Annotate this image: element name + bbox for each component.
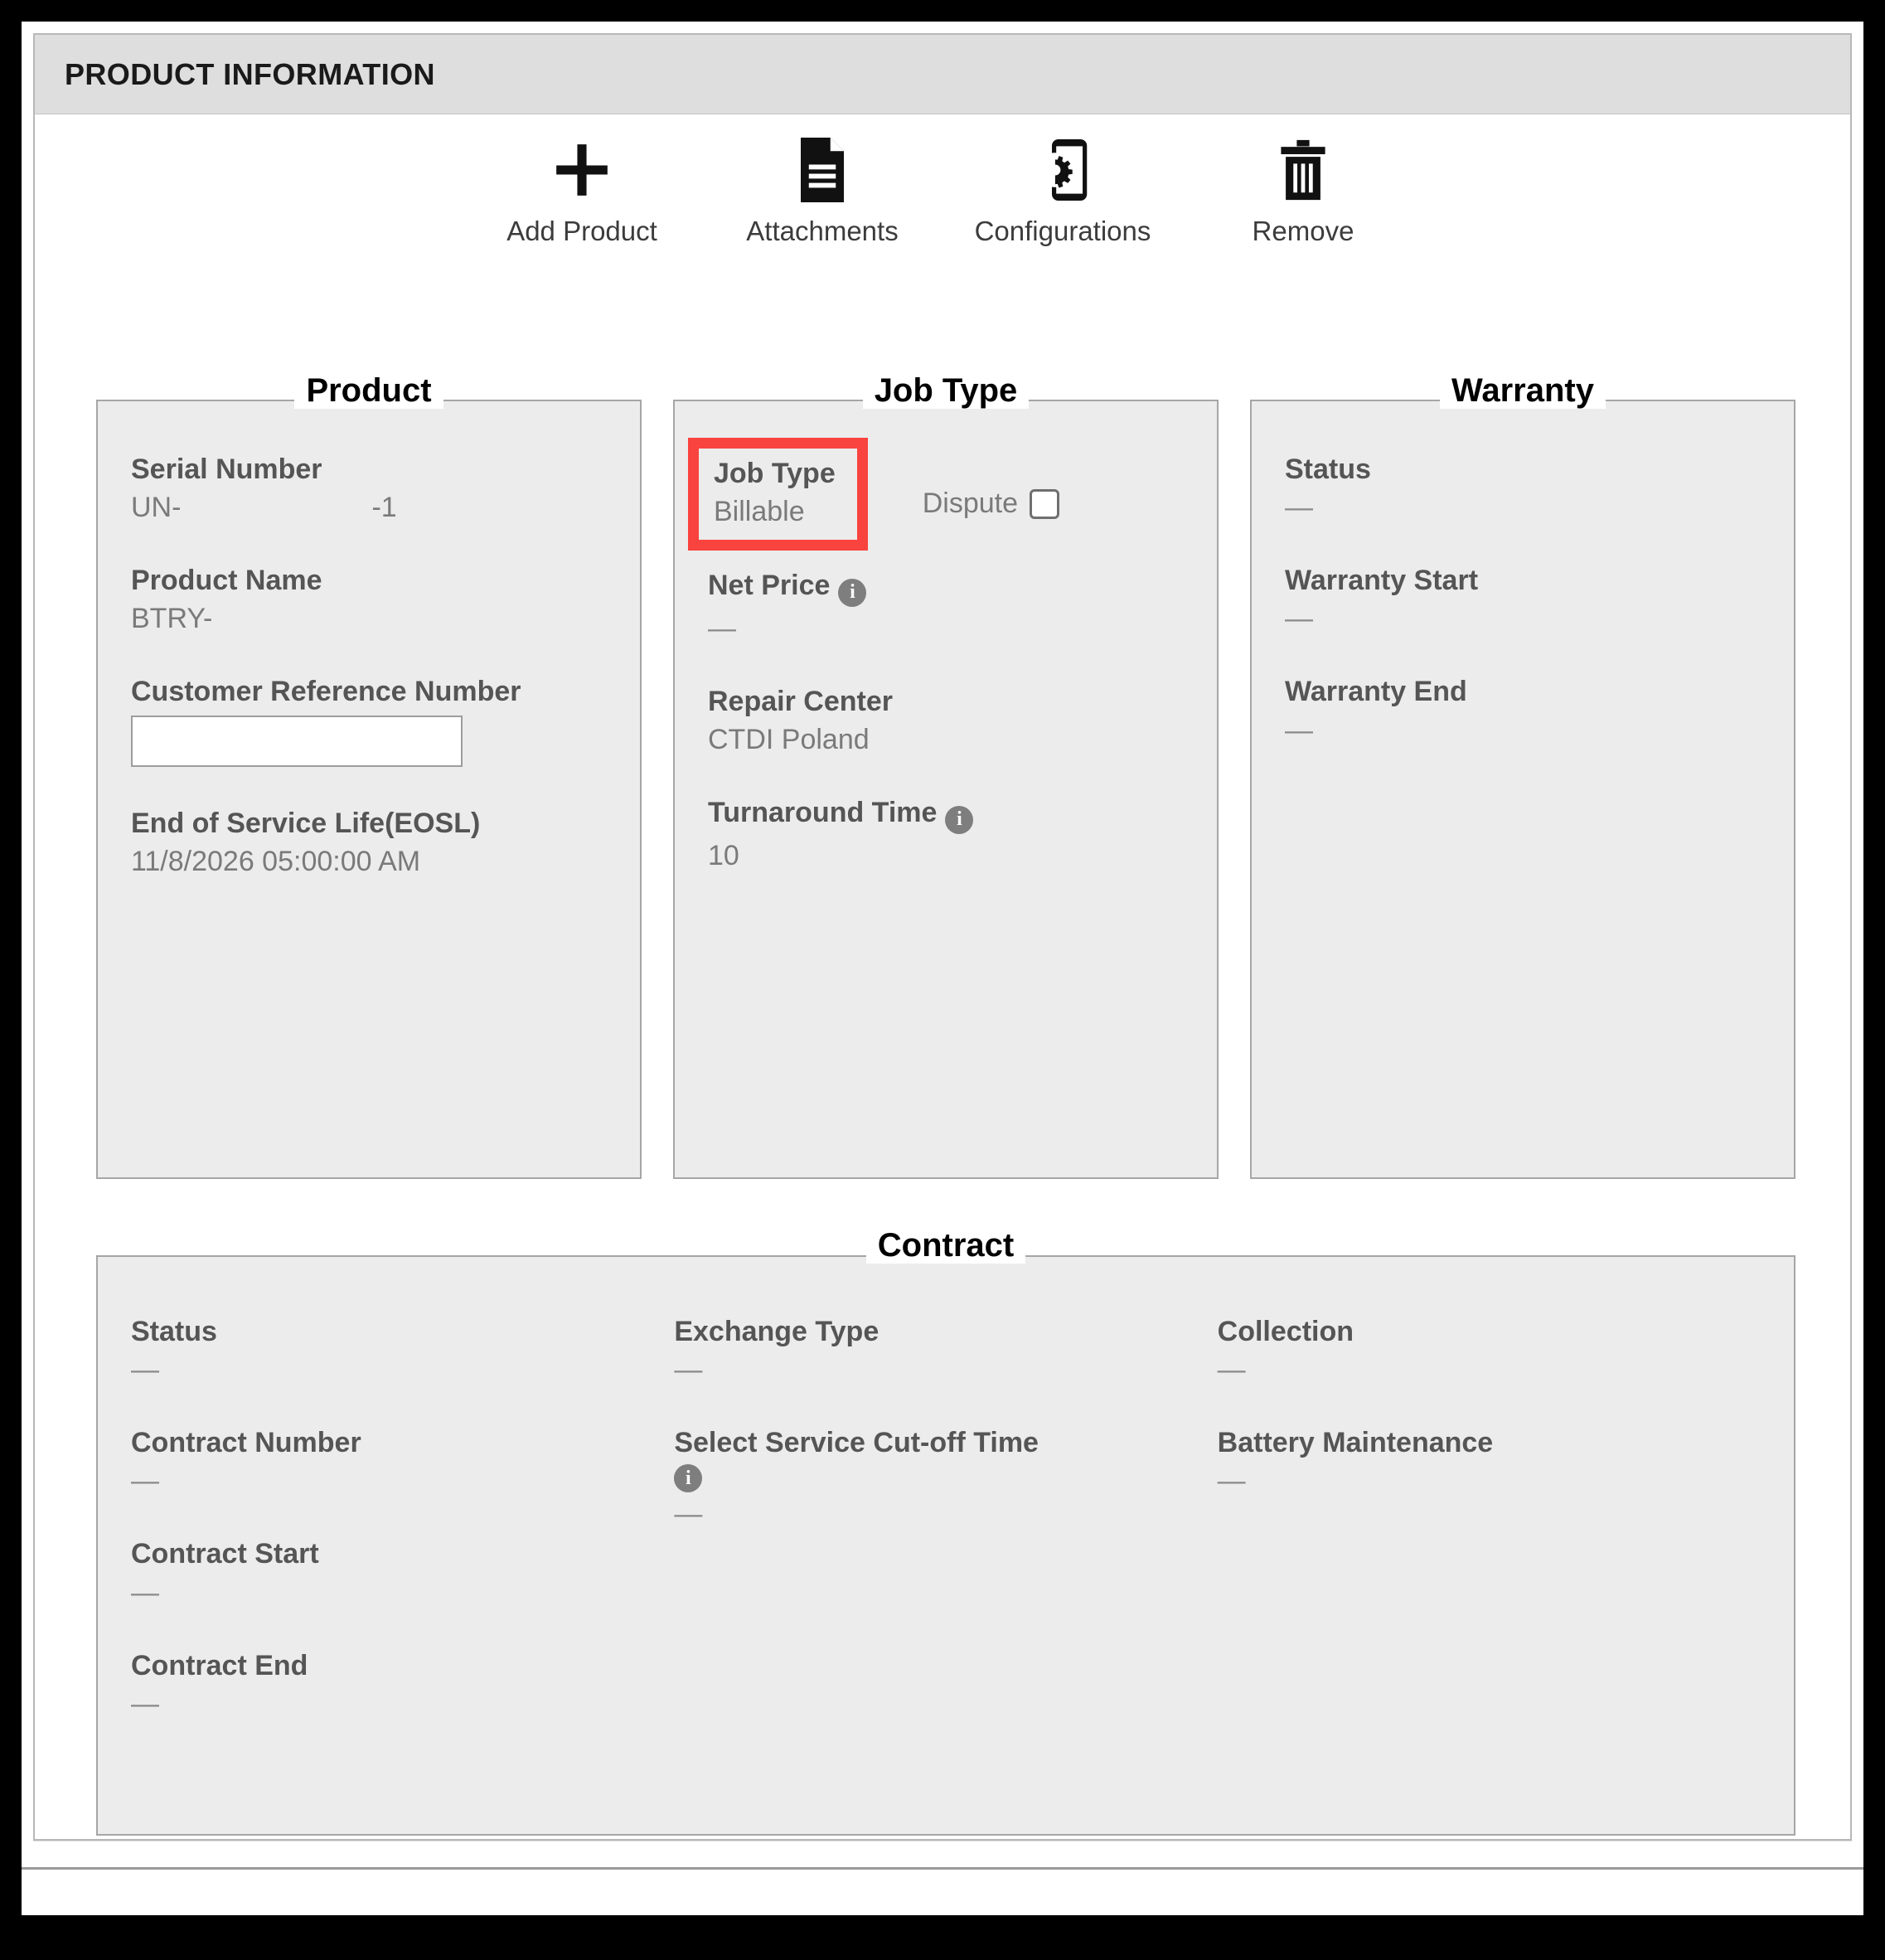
job-type-highlight: Job Type Billable — [688, 438, 868, 551]
field-contract-start: Contract Start — — [131, 1537, 649, 1608]
eosl-label: End of Service Life(EOSL) — [131, 807, 481, 839]
battery-maintenance-value: — — [1217, 1465, 1246, 1497]
bottom-divider — [22, 1867, 1863, 1870]
attachments-button[interactable]: Attachments — [702, 134, 942, 247]
product-panel: Product Serial Number UN- -1 Product Name… — [96, 372, 642, 1179]
field-repair-center: Repair Center CTDI Poland — [708, 685, 1184, 756]
field-contract-status: Status — — [131, 1315, 649, 1386]
add-product-button[interactable]: Add Product — [462, 134, 702, 247]
turnaround-time-info-icon[interactable]: i — [945, 805, 974, 834]
contract-panel-legend: Contract — [98, 1227, 1794, 1264]
field-serial-number: Serial Number UN- -1 — [131, 453, 607, 524]
job-type-row: Job Type Billable Dispute — [688, 438, 1184, 551]
eosl-value: 11/8/2026 05:00:00 AM — [131, 845, 421, 877]
net-price-value: — — [708, 612, 736, 644]
contract-start-value: — — [131, 1576, 159, 1608]
field-customer-reference-number: Customer Reference Number — [131, 675, 607, 767]
contract-column-2: Exchange Type — Select Service Cut-off T… — [674, 1315, 1217, 1720]
dispute-label: Dispute — [922, 488, 1019, 519]
contract-panel: Contract Status — Contract Number — Cont… — [96, 1227, 1795, 1836]
repair-center-value: CTDI Poland — [708, 723, 870, 755]
contract-status-value: — — [131, 1354, 159, 1386]
warranty-panel: Warranty Status — Warranty Start — Warra… — [1250, 372, 1795, 1179]
warranty-status-label: Status — [1285, 454, 1371, 485]
contract-end-label: Contract End — [131, 1649, 308, 1681]
net-price-label: Net Price — [708, 570, 831, 602]
customer-reference-input[interactable] — [131, 715, 463, 767]
field-service-cutoff-time: Select Service Cut-off Time i — — [674, 1426, 1192, 1531]
field-warranty-status: Status — — [1285, 453, 1761, 524]
contract-number-value: — — [131, 1465, 159, 1497]
panel-header: PRODUCT INFORMATION — [35, 35, 1850, 114]
device-gear-icon — [1035, 134, 1090, 206]
remove-label: Remove — [1252, 216, 1354, 246]
configurations-button[interactable]: Configurations — [942, 134, 1183, 247]
field-contract-end: Contract End — — [131, 1649, 649, 1720]
contract-status-label: Status — [131, 1316, 217, 1347]
service-cutoff-label: Select Service Cut-off Time — [674, 1427, 1039, 1459]
field-net-price: Net Price i — — [708, 569, 1184, 645]
page-title: PRODUCT INFORMATION — [65, 56, 435, 91]
product-information-card: PRODUCT INFORMATION Add Product Attachme… — [33, 33, 1852, 1841]
field-warranty-end: Warranty End — — [1285, 675, 1761, 746]
collection-label: Collection — [1217, 1316, 1354, 1347]
field-contract-number: Contract Number — — [131, 1426, 649, 1497]
turnaround-time-label: Turnaround Time — [708, 797, 938, 829]
field-battery-maintenance: Battery Maintenance — — [1218, 1426, 1736, 1497]
field-turnaround-time: Turnaround Time i 10 — [708, 796, 1184, 872]
contract-start-label: Contract Start — [131, 1538, 319, 1570]
warranty-end-value: — — [1285, 714, 1313, 746]
customer-reference-label: Customer Reference Number — [131, 676, 521, 708]
attachments-label: Attachments — [746, 216, 899, 246]
product-name-value: BTRY- — [131, 603, 213, 635]
contract-column-3: Collection — Battery Maintenance — — [1218, 1315, 1761, 1720]
top-panels-row: Product Serial Number UN- -1 Product Name… — [96, 372, 1795, 1179]
net-price-info-icon[interactable]: i — [838, 578, 867, 607]
battery-maintenance-label: Battery Maintenance — [1217, 1427, 1494, 1459]
add-product-label: Add Product — [506, 216, 657, 246]
repair-center-label: Repair Center — [708, 685, 893, 717]
dispute-checkbox[interactable] — [1030, 488, 1060, 519]
field-eosl: End of Service Life(EOSL) 11/8/2026 05:0… — [131, 807, 607, 878]
toolbar: Add Product Attachments Configurations R… — [35, 134, 1850, 259]
warranty-start-value: — — [1285, 603, 1313, 635]
warranty-status-value: — — [1285, 492, 1313, 524]
exchange-type-label: Exchange Type — [674, 1316, 880, 1347]
serial-number-label: Serial Number — [131, 454, 322, 485]
job-type-label: Job Type — [714, 458, 836, 489]
turnaround-time-value: 10 — [708, 839, 739, 871]
plus-icon — [551, 134, 613, 206]
field-warranty-start: Warranty Start — — [1285, 564, 1761, 635]
product-name-label: Product Name — [131, 565, 322, 597]
warranty-start-label: Warranty Start — [1285, 565, 1479, 597]
contract-number-label: Contract Number — [131, 1427, 361, 1459]
collection-value: — — [1217, 1354, 1246, 1386]
serial-number-prefix: UN- — [131, 492, 182, 524]
exchange-type-value: — — [674, 1354, 703, 1386]
job-type-value: Billable — [714, 496, 805, 528]
contract-end-value: — — [131, 1687, 159, 1720]
field-collection: Collection — — [1218, 1315, 1736, 1386]
serial-number-value: UN- -1 — [131, 491, 607, 524]
configurations-label: Configurations — [974, 216, 1151, 246]
outer-frame: PRODUCT INFORMATION Add Product Attachme… — [22, 22, 1863, 1915]
trash-icon — [1277, 134, 1330, 206]
dispute-control[interactable]: Dispute — [922, 488, 1060, 520]
warranty-end-label: Warranty End — [1285, 676, 1467, 708]
field-exchange-type: Exchange Type — — [674, 1315, 1192, 1386]
remove-button[interactable]: Remove — [1183, 134, 1423, 247]
service-cutoff-value: — — [674, 1498, 703, 1531]
job-type-panel: Job Type Job Type Billable Dispute Net P… — [673, 372, 1219, 1179]
serial-number-suffix: -1 — [371, 492, 397, 524]
service-cutoff-info-icon[interactable]: i — [674, 1464, 703, 1493]
field-product-name: Product Name BTRY- — [131, 564, 607, 635]
document-icon — [795, 134, 850, 206]
contract-column-1: Status — Contract Number — Contract Star… — [131, 1315, 674, 1720]
